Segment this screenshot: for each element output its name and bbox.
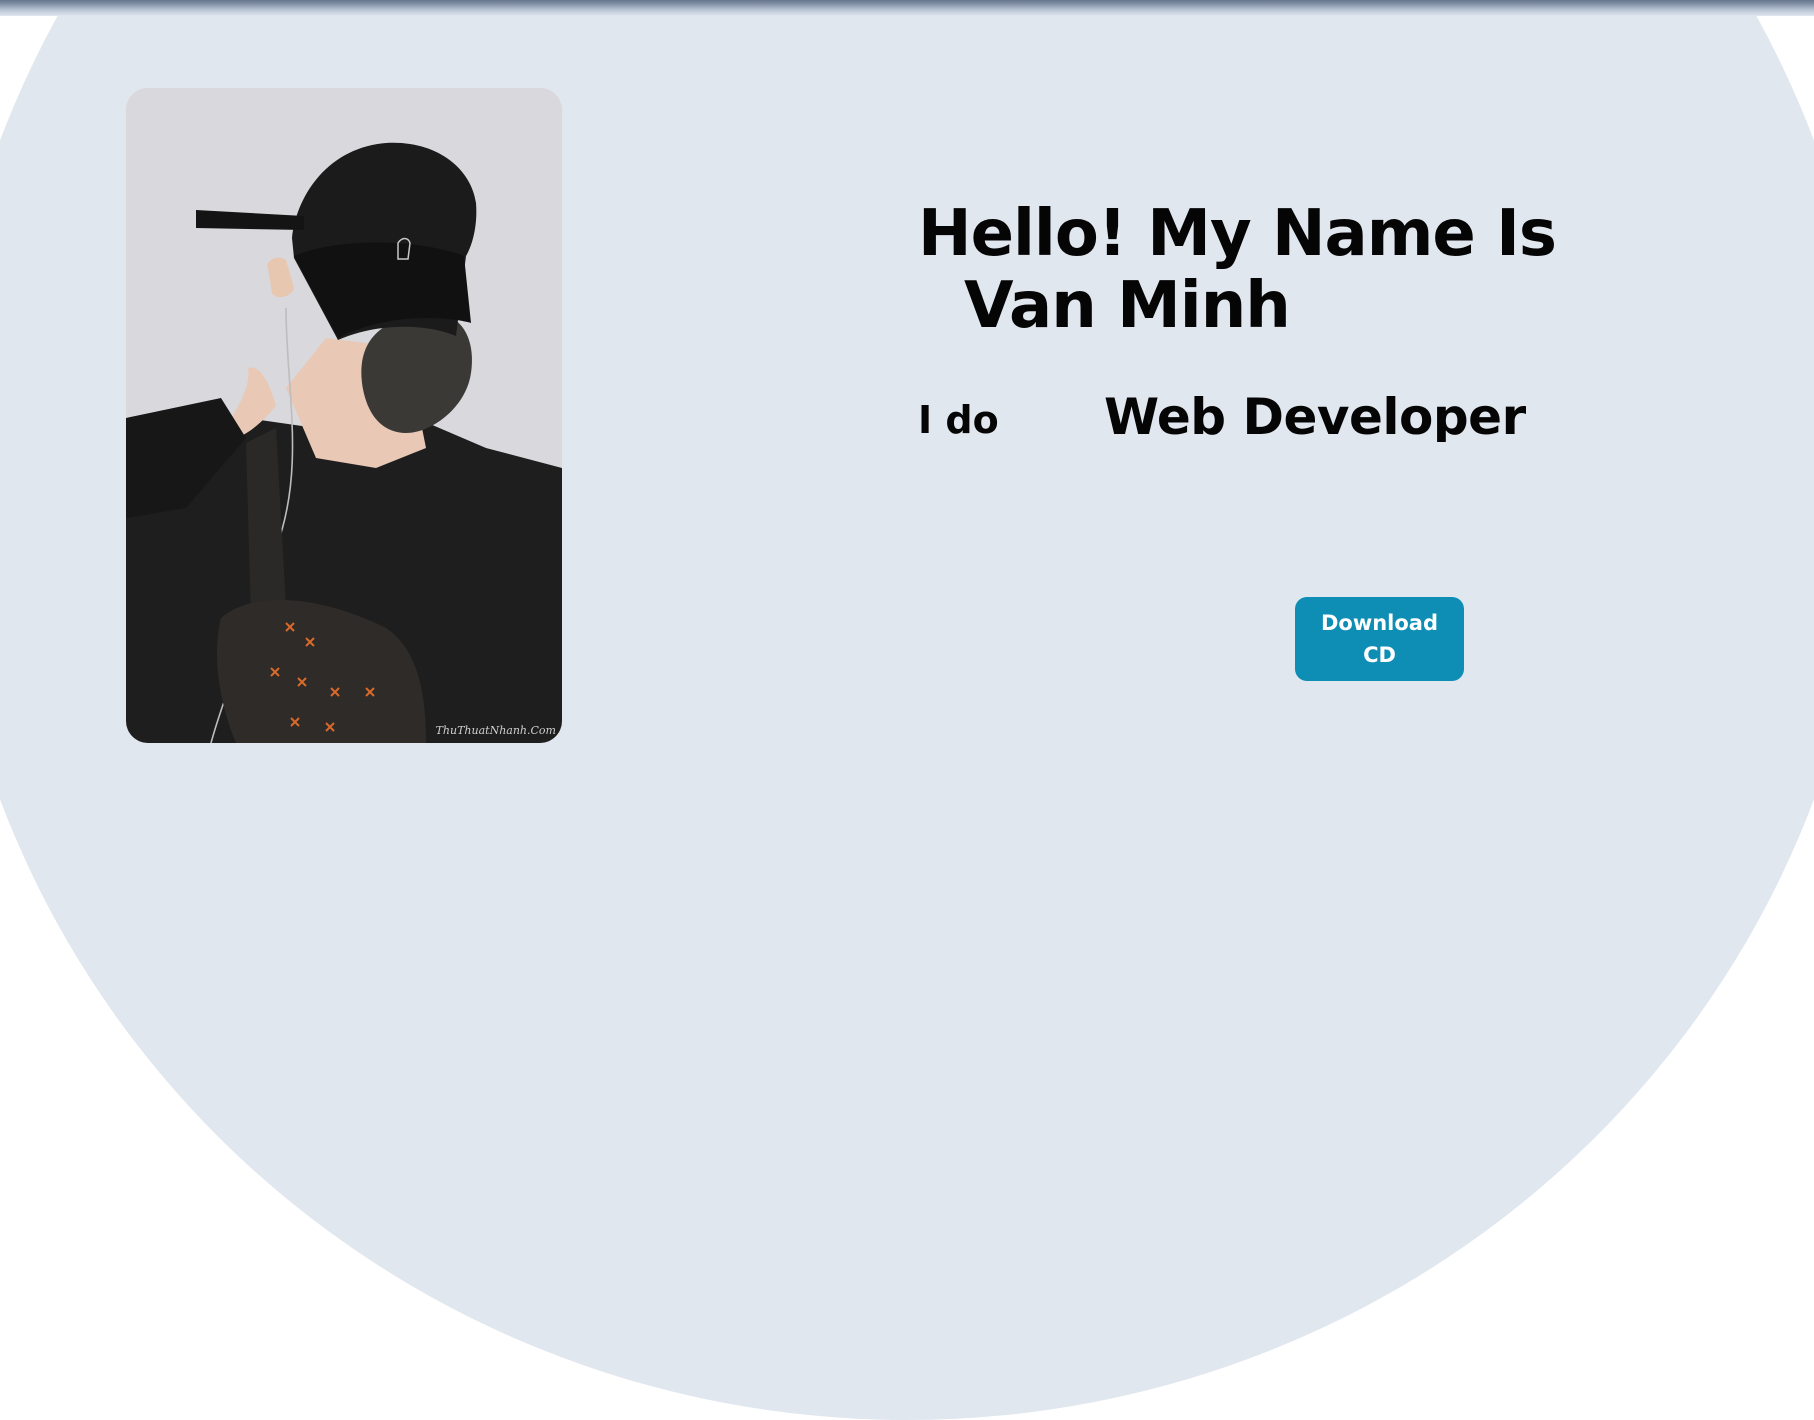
download-button[interactable]: Download CD bbox=[1295, 597, 1464, 681]
hero-headline: Hello! My Name Is Van Minh bbox=[918, 197, 1557, 343]
profile-portrait: ThuThuatNhanh.Com bbox=[126, 88, 562, 743]
top-header-bar bbox=[0, 0, 1814, 16]
portrait-illustration-icon bbox=[126, 88, 562, 743]
role-text: Web Developer bbox=[1104, 388, 1526, 442]
i-do-label: I do bbox=[918, 398, 999, 442]
greeting-text: Hello! My Name Is bbox=[918, 197, 1557, 271]
portrait-watermark: ThuThuatNhanh.Com bbox=[435, 724, 556, 737]
name-text: Van Minh bbox=[964, 269, 1291, 343]
